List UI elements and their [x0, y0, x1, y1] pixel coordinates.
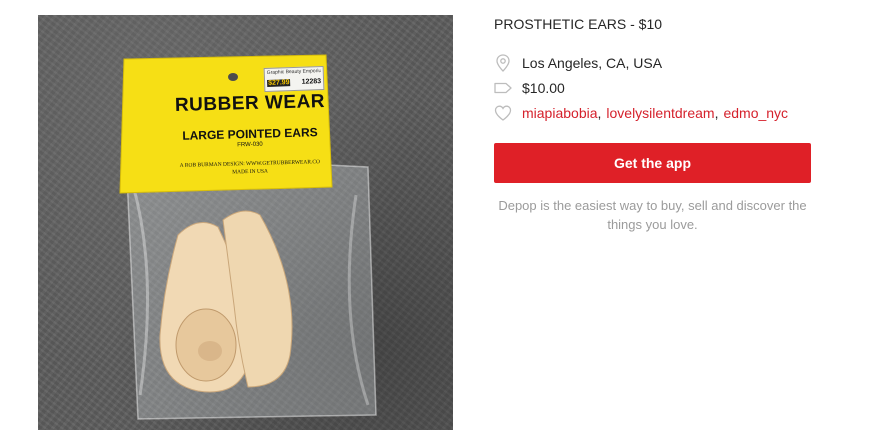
product-package-illustration: [119, 54, 377, 420]
product-price: $10.00: [522, 80, 565, 96]
heart-icon[interactable]: [494, 104, 512, 122]
location-pin-icon: [494, 54, 512, 72]
like-user-link[interactable]: lovelysilentdream: [606, 105, 714, 121]
like-user-link[interactable]: edmo_nyc: [723, 105, 788, 121]
likes-list: miapiabobia, lovelysilentdream, edmo_nyc: [522, 105, 788, 121]
price-sticker-number: 12283: [301, 78, 322, 86]
product-photo[interactable]: Graphic Beauty Emporium $27.99 12283 RUB…: [38, 15, 453, 430]
price-sticker-store: Graphic Beauty Emporium: [266, 68, 321, 76]
price-sticker-price: $27.99: [267, 79, 291, 87]
price-row: $10.00: [494, 78, 565, 98]
price-tag-icon: [494, 79, 512, 97]
product-location: Los Angeles, CA, USA: [522, 55, 663, 71]
location-row: Los Angeles, CA, USA: [494, 53, 662, 73]
get-the-app-button[interactable]: Get the app: [494, 143, 811, 183]
product-title: PROSTHETIC EARS - $10: [494, 16, 663, 32]
like-user-link[interactable]: miapiabobia: [522, 105, 598, 121]
price-sticker: Graphic Beauty Emporium $27.99 12283: [263, 65, 325, 93]
like-separator: ,: [597, 105, 602, 121]
likes-row: miapiabobia, lovelysilentdream, edmo_nyc: [494, 103, 788, 123]
tagline: Depop is the easiest way to buy, sell an…: [498, 198, 807, 232]
like-separator: ,: [714, 105, 719, 121]
